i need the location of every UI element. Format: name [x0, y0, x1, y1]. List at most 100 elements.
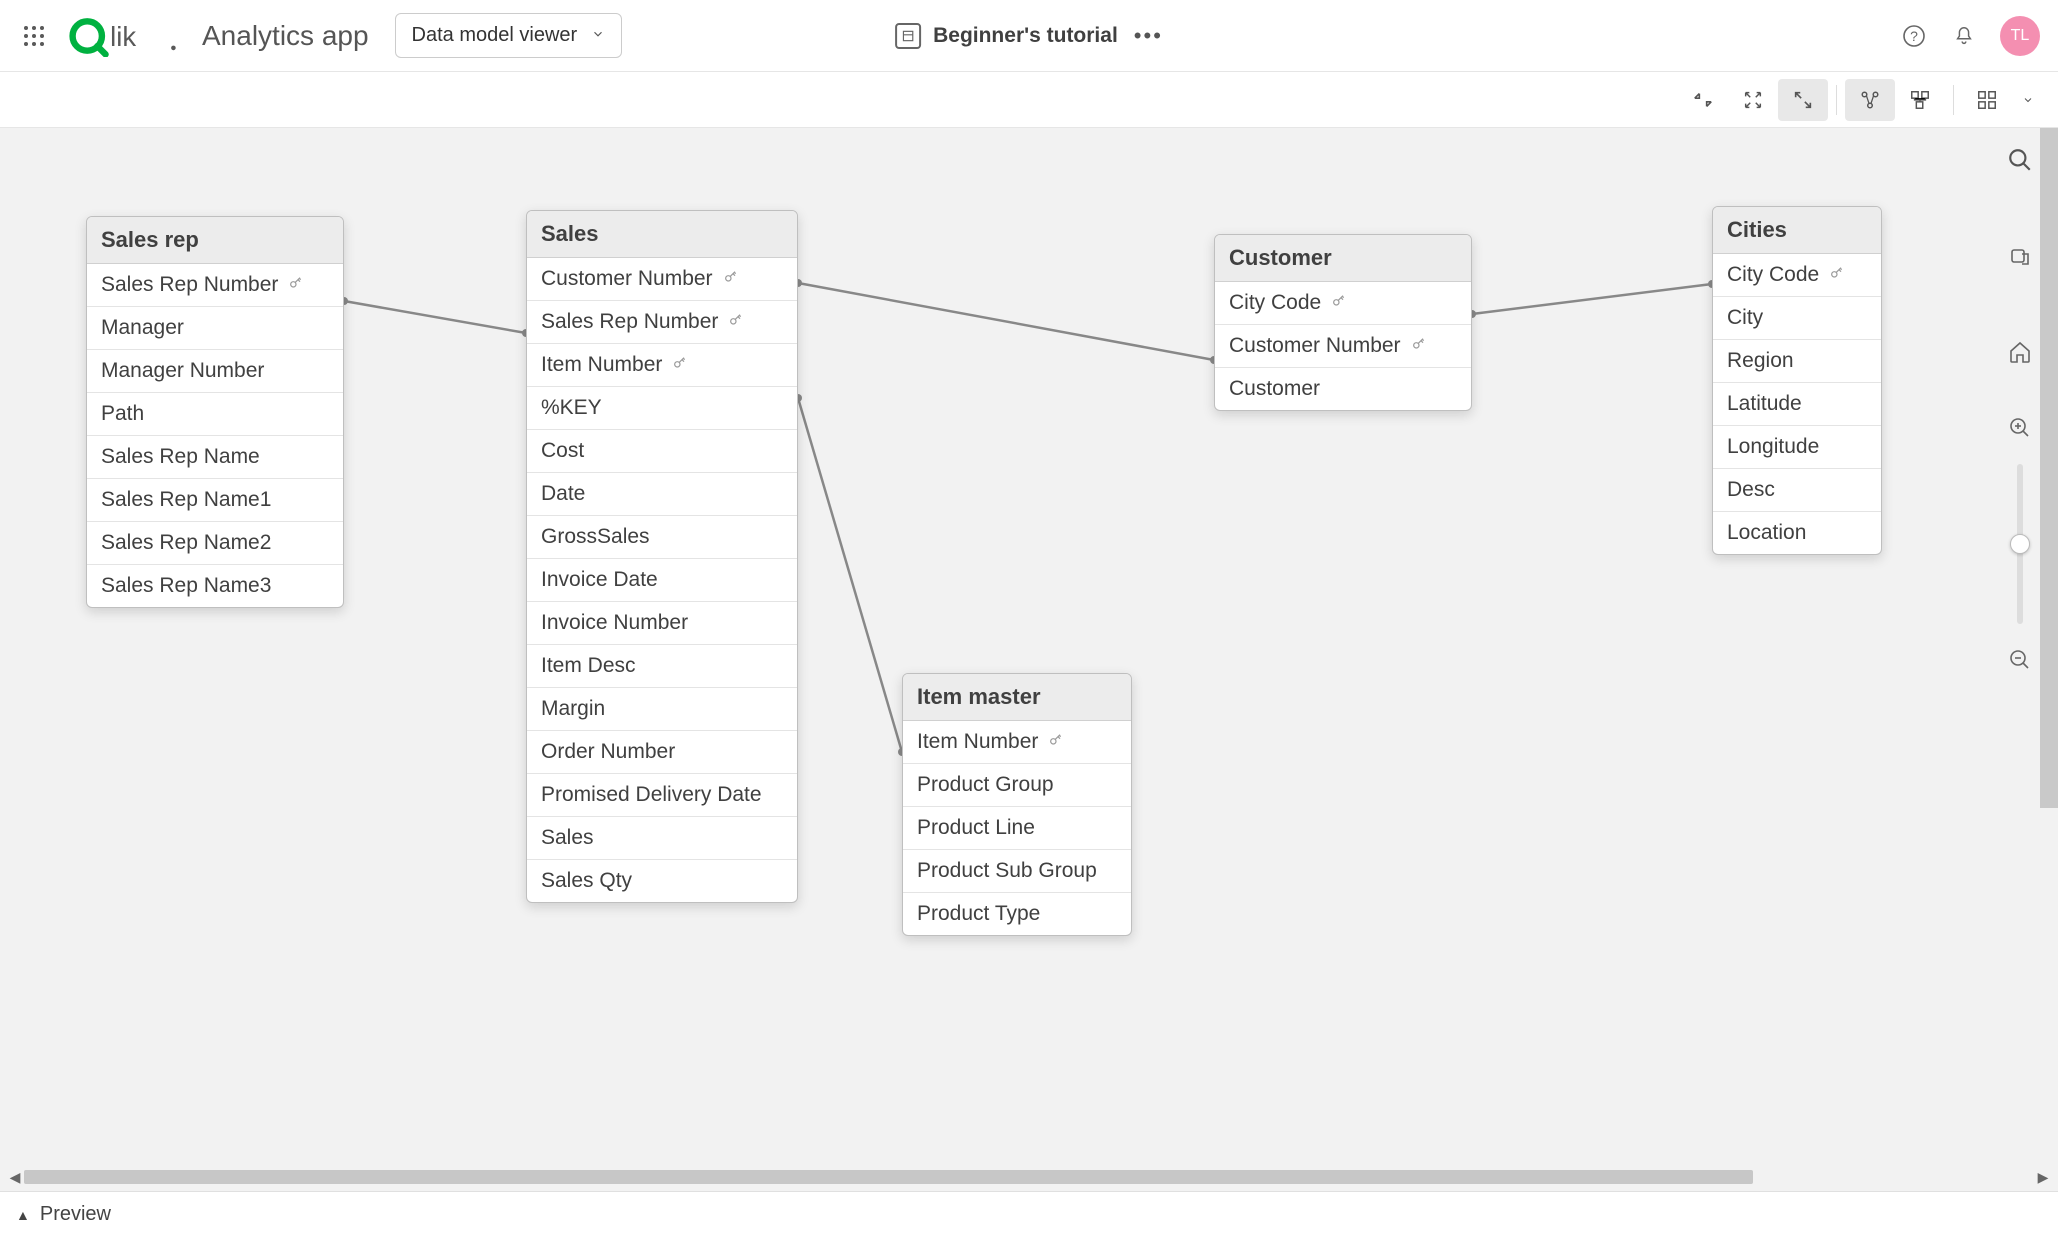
- svg-text:?: ?: [1910, 28, 1918, 44]
- field-row[interactable]: Sales Rep Number: [87, 264, 343, 307]
- field-label: City Code: [1229, 291, 1321, 315]
- key-icon: [288, 273, 304, 297]
- field-row[interactable]: Sales Rep Number: [527, 301, 797, 344]
- layout-grid-icon[interactable]: [1962, 79, 2012, 121]
- field-row[interactable]: Latitude: [1713, 383, 1881, 426]
- field-label: Sales Rep Number: [101, 273, 278, 297]
- field-row[interactable]: Sales Rep Name1: [87, 479, 343, 522]
- field-row[interactable]: Item Number: [903, 721, 1131, 764]
- field-row[interactable]: Sales Rep Name2: [87, 522, 343, 565]
- data-model-canvas[interactable]: Sales rep Sales Rep Number ManagerManager …: [0, 128, 2058, 1191]
- key-icon: [672, 353, 688, 377]
- table-card-sales[interactable]: SalesCustomer NumberSales Rep NumberItem…: [526, 210, 798, 903]
- home-icon[interactable]: [2000, 332, 2040, 372]
- field-row[interactable]: %KEY: [527, 387, 797, 430]
- center-group: Beginner's tutorial •••: [895, 23, 1163, 49]
- field-row[interactable]: Product Line: [903, 807, 1131, 850]
- field-row[interactable]: GrossSales: [527, 516, 797, 559]
- qlik-logo[interactable]: lik: [68, 15, 178, 57]
- field-row[interactable]: Location: [1713, 512, 1881, 554]
- search-icon[interactable]: [2000, 140, 2040, 180]
- field-row[interactable]: Item Number: [527, 344, 797, 387]
- field-row[interactable]: Cost: [527, 430, 797, 473]
- scroll-right-icon[interactable]: ▶: [2034, 1168, 2052, 1186]
- bell-icon[interactable]: [1950, 22, 1978, 50]
- field-label: Region: [1727, 349, 1794, 373]
- field-label: Product Line: [917, 816, 1035, 840]
- scroll-left-icon[interactable]: ◀: [6, 1168, 24, 1186]
- zoom-slider-thumb[interactable]: [2010, 534, 2030, 554]
- field-row[interactable]: Item Desc: [527, 645, 797, 688]
- field-row[interactable]: Longitude: [1713, 426, 1881, 469]
- field-label: Sales: [541, 826, 594, 850]
- table-card-item_master[interactable]: Item masterItem NumberProduct Group Produ…: [902, 673, 1132, 936]
- field-row[interactable]: Order Number: [527, 731, 797, 774]
- preview-label: Preview: [40, 1203, 111, 1226]
- collapse-star-icon[interactable]: [1728, 79, 1778, 121]
- field-row[interactable]: City Code: [1215, 282, 1471, 325]
- field-row[interactable]: Desc: [1713, 469, 1881, 512]
- secondary-toolbar: [0, 72, 2058, 128]
- field-label: Longitude: [1727, 435, 1819, 459]
- zoom-in-icon[interactable]: [2000, 408, 2040, 448]
- layout-dropdown[interactable]: [2012, 94, 2044, 106]
- field-row[interactable]: Invoice Number: [527, 602, 797, 645]
- horizontal-scrollbar[interactable]: ◀ ▶: [6, 1167, 2052, 1187]
- internal-view-icon[interactable]: [1845, 79, 1895, 121]
- field-row[interactable]: Sales Rep Name: [87, 436, 343, 479]
- table-header[interactable]: Customer: [1215, 235, 1471, 282]
- expand-icon[interactable]: [1778, 79, 1828, 121]
- field-row[interactable]: Margin: [527, 688, 797, 731]
- field-row[interactable]: Product Sub Group: [903, 850, 1131, 893]
- field-label: Sales Rep Name1: [101, 488, 271, 512]
- zoom-slider[interactable]: [2017, 464, 2023, 624]
- preview-bar[interactable]: ▲ Preview: [0, 1191, 2058, 1237]
- field-row[interactable]: Customer: [1215, 368, 1471, 410]
- field-row[interactable]: Manager Number: [87, 350, 343, 393]
- scroll-thumb[interactable]: [24, 1170, 1753, 1184]
- field-row[interactable]: Product Group: [903, 764, 1131, 807]
- collapse-in-icon[interactable]: [1678, 79, 1728, 121]
- field-row[interactable]: Sales Rep Name3: [87, 565, 343, 607]
- table-header[interactable]: Item master: [903, 674, 1131, 721]
- source-view-icon[interactable]: [1895, 79, 1945, 121]
- field-row[interactable]: Promised Delivery Date: [527, 774, 797, 817]
- field-label: Sales Rep Name3: [101, 574, 271, 598]
- app-launcher-icon[interactable]: [18, 20, 50, 52]
- sheet-button[interactable]: Beginner's tutorial: [895, 23, 1118, 49]
- view-selector[interactable]: Data model viewer: [395, 13, 623, 58]
- field-row[interactable]: City Code: [1713, 254, 1881, 297]
- table-card-cities[interactable]: CitiesCity CodeCity Region Latitude Longitu…: [1712, 206, 1882, 555]
- table-header[interactable]: Cities: [1713, 207, 1881, 254]
- field-row[interactable]: Sales Qty: [527, 860, 797, 902]
- topbar-right: ? TL: [1900, 16, 2040, 56]
- field-row[interactable]: Manager: [87, 307, 343, 350]
- more-menu-icon[interactable]: •••: [1134, 23, 1163, 49]
- table-card-customer[interactable]: CustomerCity CodeCustomer NumberCustomer: [1214, 234, 1472, 411]
- field-label: Cost: [541, 439, 584, 463]
- field-row[interactable]: City: [1713, 297, 1881, 340]
- field-label: Promised Delivery Date: [541, 783, 762, 807]
- field-row[interactable]: Region: [1713, 340, 1881, 383]
- svg-text:lik: lik: [110, 21, 136, 52]
- view-selector-label: Data model viewer: [412, 24, 578, 47]
- field-row[interactable]: Customer Number: [1215, 325, 1471, 368]
- sheet-icon: [895, 23, 921, 49]
- field-row[interactable]: Product Type: [903, 893, 1131, 935]
- field-label: Sales Rep Number: [541, 310, 718, 334]
- table-header[interactable]: Sales: [527, 211, 797, 258]
- field-row[interactable]: Customer Number: [527, 258, 797, 301]
- field-row[interactable]: Invoice Date: [527, 559, 797, 602]
- field-row[interactable]: Path: [87, 393, 343, 436]
- key-icon: [1411, 334, 1427, 358]
- user-avatar[interactable]: TL: [2000, 16, 2040, 56]
- key-icon: [1829, 263, 1845, 287]
- scroll-track[interactable]: [24, 1168, 2034, 1186]
- help-icon[interactable]: ?: [1900, 22, 1928, 50]
- table-header[interactable]: Sales rep: [87, 217, 343, 264]
- field-row[interactable]: Sales: [527, 817, 797, 860]
- table-card-sales_rep[interactable]: Sales rep Sales Rep Number ManagerManager …: [86, 216, 344, 608]
- zoom-out-icon[interactable]: [2000, 640, 2040, 680]
- lock-view-icon[interactable]: [2000, 236, 2040, 276]
- field-row[interactable]: Date: [527, 473, 797, 516]
